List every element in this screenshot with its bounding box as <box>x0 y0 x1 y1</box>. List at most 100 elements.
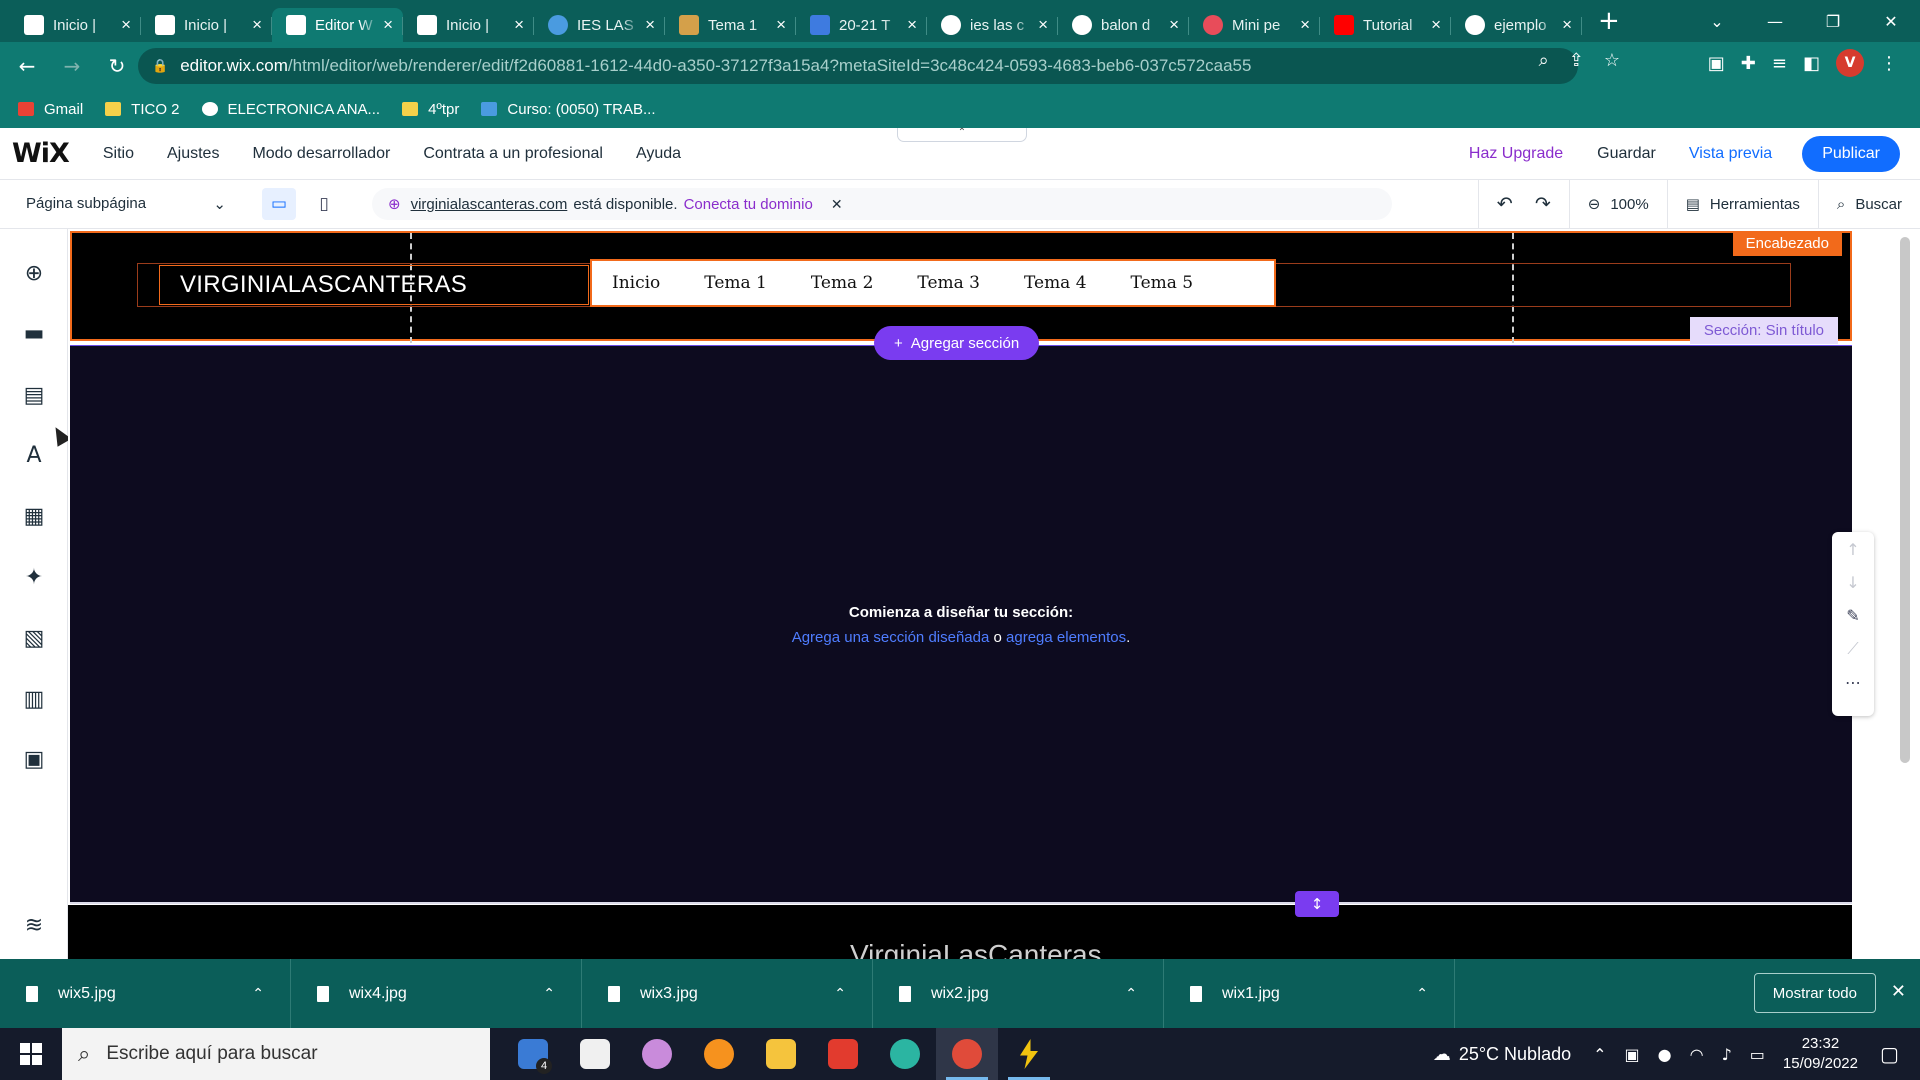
office-app[interactable] <box>812 1028 874 1080</box>
browser-tab[interactable]: Mini pe × <box>1189 8 1320 42</box>
section-tag[interactable]: Sección: Sin título <box>1689 317 1838 344</box>
site-nav-item[interactable]: Tema 2 <box>811 273 874 293</box>
site-nav-item[interactable]: Tema 3 <box>917 273 980 293</box>
show-all-downloads-button[interactable]: Mostrar todo <box>1753 973 1876 1013</box>
zoom-icon[interactable]: ⌕ <box>1539 50 1549 71</box>
domain-name-link[interactable]: virginialascanteras.com <box>411 196 568 213</box>
chrome-app[interactable] <box>936 1028 998 1080</box>
puzzle-icon[interactable]: ✚ <box>1741 53 1756 74</box>
wix-menu-item[interactable]: Modo desarrollador <box>252 145 390 163</box>
browser-tab[interactable]: ejemplo × <box>1451 8 1582 42</box>
browser-tab[interactable]: Inicio | × <box>141 8 272 42</box>
taskbar-search[interactable]: ⌕ Escribe aquí para buscar <box>62 1028 490 1080</box>
download-item[interactable]: wix4.jpg ⌃ <box>291 959 582 1028</box>
mobile-view-button[interactable]: ▯ <box>307 188 341 220</box>
connect-domain-link[interactable]: Conecta tu dominio <box>684 196 813 213</box>
collapse-toolbar-handle[interactable]: ⌃ <box>897 128 1027 142</box>
close-tab-icon[interactable]: × <box>121 15 131 35</box>
empty-section[interactable]: Comienza a diseñar tu sección: Agrega un… <box>70 345 1852 903</box>
star-icon[interactable]: ☆ <box>1604 50 1620 71</box>
network-icon[interactable]: ▣ <box>1625 1045 1640 1064</box>
close-tab-icon[interactable]: × <box>383 15 393 35</box>
winamp-app[interactable] <box>998 1028 1060 1080</box>
microphone-icon[interactable]: ● <box>1658 1045 1672 1064</box>
bookmark-curso[interactable]: Curso: (0050) TRAB... <box>481 101 656 118</box>
wix-menu-item[interactable]: Ajustes <box>167 145 219 163</box>
add-section-icon[interactable]: ▬ <box>20 319 48 347</box>
file-explorer-app[interactable] <box>750 1028 812 1080</box>
bookmark-gmail[interactable]: Gmail <box>18 101 83 118</box>
site-nav-item[interactable]: Tema 4 <box>1024 273 1087 293</box>
zoom-control[interactable]: ⊖ 100% <box>1570 180 1667 228</box>
close-tab-icon[interactable]: × <box>645 15 655 35</box>
move-up-icon[interactable]: ↑ <box>1846 540 1859 559</box>
firefox-app[interactable] <box>688 1028 750 1080</box>
browser-tab[interactable]: Inicio | × <box>403 8 534 42</box>
publish-button[interactable]: Publicar <box>1802 136 1900 172</box>
header-tag[interactable]: Encabezado <box>1732 231 1842 256</box>
close-tab-icon[interactable]: × <box>776 15 786 35</box>
media-icon[interactable]: ▧ <box>20 624 48 652</box>
wix-menu-item[interactable]: Contrata a un profesional <box>423 145 603 163</box>
bookmark-electronica[interactable]: ELECTRONICA ANA... <box>201 101 380 118</box>
page-selector[interactable]: Página subpágina ⌄ <box>26 195 226 213</box>
browser-tab[interactable]: ies las c × <box>927 8 1058 42</box>
close-tab-icon[interactable]: × <box>1431 15 1441 35</box>
browser-tab[interactable]: balon d × <box>1058 8 1189 42</box>
site-nav-item[interactable]: Tema 1 <box>704 273 767 293</box>
ruler-icon[interactable]: ⟋ <box>1847 639 1858 659</box>
close-tab-icon[interactable]: × <box>907 15 917 35</box>
section-resize-handle[interactable]: ↕ <box>1295 891 1339 917</box>
close-tab-icon[interactable]: × <box>1562 15 1572 35</box>
close-window-button[interactable]: ✕ <box>1862 12 1920 31</box>
lock-icon[interactable]: 🔒 <box>152 58 168 74</box>
wix-menu-item[interactable]: Sitio <box>103 145 134 163</box>
preview-button[interactable]: Vista previa <box>1689 145 1772 163</box>
new-tab-button[interactable]: + <box>1598 6 1620 36</box>
canvas-scrollbar[interactable] <box>1900 237 1910 763</box>
store-app[interactable] <box>564 1028 626 1080</box>
portfolio-icon[interactable]: ▣ <box>20 745 48 773</box>
cms-icon[interactable]: ▥ <box>20 685 48 713</box>
download-item[interactable]: wix2.jpg ⌃ <box>873 959 1164 1028</box>
undo-icon[interactable]: ↶ <box>1497 193 1513 215</box>
tools-button[interactable]: ▤ Herramientas <box>1668 180 1818 228</box>
bookmark-folder-4tpr[interactable]: 4ºtpr <box>402 101 459 118</box>
add-elements-icon[interactable]: ⊕ <box>20 259 48 287</box>
profile-avatar[interactable]: V <box>1836 49 1864 77</box>
paint-app[interactable] <box>626 1028 688 1080</box>
side-panel-icon[interactable]: ◧ <box>1803 53 1820 74</box>
volume-icon[interactable]: ♪ <box>1722 1045 1732 1064</box>
close-tab-icon[interactable]: × <box>252 15 262 35</box>
redo-icon[interactable]: ↷ <box>1535 193 1551 215</box>
layers-icon[interactable]: ≋ <box>20 911 48 939</box>
site-nav-item[interactable]: Inicio <box>612 273 660 293</box>
browser-tab[interactable]: Inicio | × <box>10 8 141 42</box>
close-tab-icon[interactable]: × <box>514 15 524 35</box>
chevron-up-icon[interactable]: ⌃ <box>1125 986 1137 1002</box>
minimize-button[interactable]: — <box>1746 12 1804 31</box>
battery-icon[interactable]: ▭ <box>1750 1045 1765 1064</box>
back-button[interactable]: ← <box>9 48 45 84</box>
footer-section[interactable]: VirginiaLasCanteras <box>68 905 1852 959</box>
wix-menu-item[interactable]: Ayuda <box>636 145 681 163</box>
close-downloads-icon[interactable]: ✕ <box>1891 981 1906 1002</box>
close-tab-icon[interactable]: × <box>1038 15 1048 35</box>
share-icon[interactable]: ⇪ <box>1569 50 1584 71</box>
browser-tab[interactable]: Tema 1 × <box>665 8 796 42</box>
chevron-up-icon[interactable]: ⌃ <box>1416 986 1428 1002</box>
bookmark-folder-tico[interactable]: TICO 2 <box>105 101 180 118</box>
move-down-icon[interactable]: ↓ <box>1846 573 1859 592</box>
search-button[interactable]: ⌕ Buscar <box>1819 180 1920 228</box>
design-icon[interactable]: A <box>20 441 48 469</box>
download-item[interactable]: wix1.jpg ⌃ <box>1164 959 1455 1028</box>
extension-m-icon[interactable]: ▣ <box>1708 53 1725 74</box>
edge-app[interactable] <box>874 1028 936 1080</box>
add-section-button[interactable]: + Agregar sección <box>874 326 1040 360</box>
save-button[interactable]: Guardar <box>1597 145 1656 163</box>
header-section[interactable]: Encabezado VIRGINIALASCANTERAS Inicio Tem… <box>70 231 1852 344</box>
close-tab-icon[interactable]: × <box>1300 15 1310 35</box>
chevron-up-icon[interactable]: ⌃ <box>1593 1045 1606 1064</box>
apps-icon[interactable]: ▦ <box>20 502 48 530</box>
close-tab-icon[interactable]: × <box>1169 15 1179 35</box>
